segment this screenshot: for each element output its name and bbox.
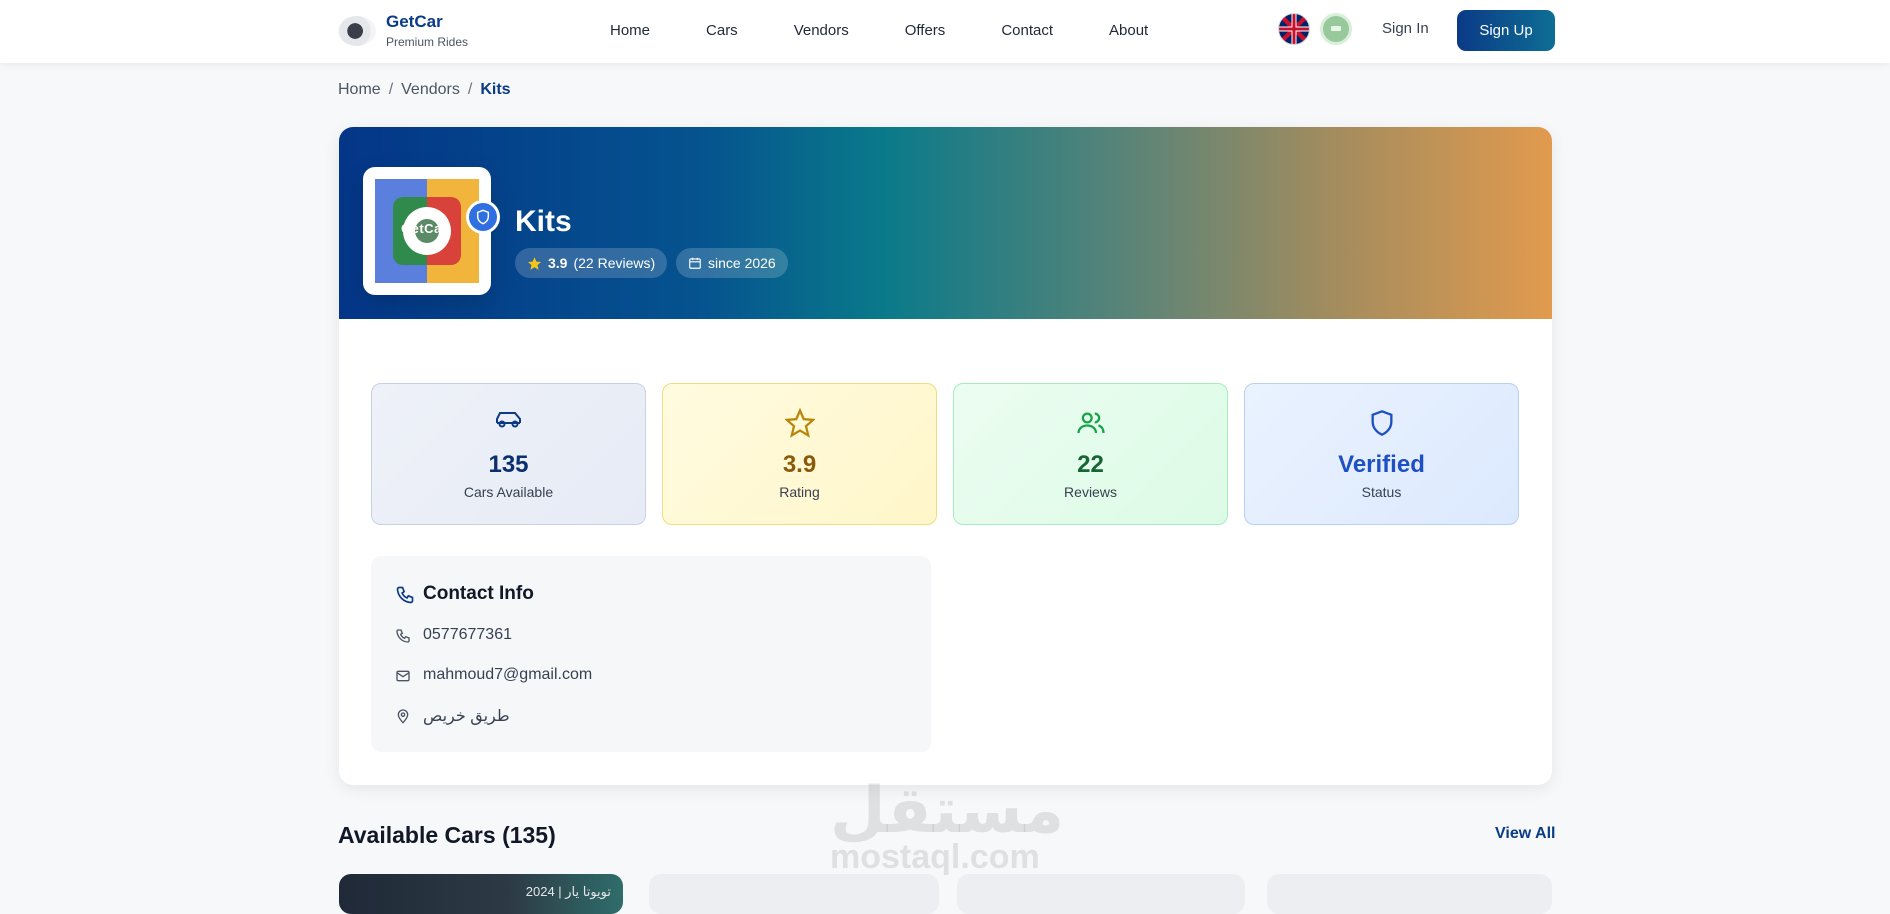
vendor-logo: GetCar (363, 167, 500, 295)
nav-cars[interactable]: Cars (706, 22, 738, 39)
nav-about[interactable]: About (1109, 22, 1148, 39)
rating-pill: 3.9 (22 Reviews) (515, 248, 668, 278)
since-text: since 2026 (708, 255, 776, 271)
breadcrumb-separator: / (388, 81, 394, 98)
nav-contact[interactable]: Contact (1001, 22, 1053, 39)
breadcrumb-home[interactable]: Home (338, 81, 381, 99)
shield-icon (1371, 410, 1392, 436)
car-card-title: 2024 | تويوتا يار (525, 884, 611, 899)
car-card[interactable]: 2024 | تويوتا يار (339, 874, 623, 914)
stat-cars-value: 135 (488, 451, 529, 478)
car-card[interactable] (1267, 874, 1552, 914)
since-pill: since 2026 (676, 248, 788, 278)
reviews-count: (22 Reviews) (573, 255, 656, 271)
available-cars-title: Available Cars (135) (338, 822, 556, 848)
contact-phone[interactable]: 0577677361 (423, 626, 512, 644)
car-card[interactable] (957, 874, 1245, 914)
stat-cars: 135 Cars Available (371, 383, 646, 525)
vendor-logo-text: GetCar (401, 221, 448, 236)
view-all-link[interactable]: View All (1495, 825, 1555, 843)
breadcrumb: Home / Vendors / Kits (338, 81, 511, 99)
vendor-hero-banner: GetCar Kits 3.9 (22 Reviews) since 2026 (339, 127, 1552, 319)
stat-reviews: 22 Reviews (953, 383, 1228, 525)
vendor-name: Kits (515, 205, 572, 238)
brand[interactable]: GetCar Premium Rides (338, 13, 468, 49)
rating-value: 3.9 (548, 255, 568, 271)
contact-info-panel: Contact Info 0577677361 mahmoud7@gmail.c… (371, 556, 931, 752)
car-icon (495, 412, 521, 428)
sign-in-link[interactable]: Sign In (1382, 20, 1429, 37)
sign-up-button[interactable]: Sign Up (1457, 10, 1555, 51)
breadcrumb-current: Kits (480, 81, 511, 98)
english-flag-icon[interactable] (1278, 13, 1310, 45)
stat-rating-label: Rating (779, 484, 820, 500)
top-navbar: GetCar Premium Rides Home Cars Vendors O… (0, 0, 1890, 63)
verified-badge-icon (466, 200, 500, 234)
brand-tagline: Premium Rides (386, 35, 469, 49)
stat-rating: 3.9 Rating (662, 383, 937, 525)
phone-icon (396, 586, 414, 604)
location-pin-icon (397, 709, 409, 724)
nav-home[interactable]: Home (610, 22, 650, 39)
brand-name: GetCar (386, 12, 443, 31)
calendar-icon (689, 257, 701, 269)
mail-icon (396, 670, 410, 682)
arabic-flag-icon[interactable] (1320, 13, 1352, 45)
car-card[interactable] (649, 874, 939, 914)
stat-reviews-value: 22 (1077, 451, 1104, 478)
vendor-logo-image: GetCar (375, 179, 479, 283)
stat-status: Verified Status (1244, 383, 1519, 525)
star-icon (527, 256, 542, 270)
nav-vendors[interactable]: Vendors (794, 22, 849, 39)
watermark-url: mostaql.com (830, 838, 1040, 876)
brand-logo-icon (338, 16, 376, 46)
stats-row: 135 Cars Available 3.9 Rating 22 Reviews… (371, 383, 1519, 525)
phone-icon (396, 629, 410, 643)
contact-address: طريق خريص (423, 708, 510, 725)
contact-email[interactable]: mahmoud7@gmail.com (423, 666, 592, 684)
nav-offers[interactable]: Offers (905, 22, 946, 39)
vendor-card: GetCar Kits 3.9 (22 Reviews) since 2026 … (339, 127, 1552, 785)
users-icon (1076, 412, 1105, 434)
breadcrumb-vendors[interactable]: Vendors (401, 81, 460, 99)
star-outline-icon (784, 408, 815, 438)
contact-title: Contact Info (423, 583, 534, 604)
stat-status-label: Status (1361, 484, 1402, 500)
stat-status-value: Verified (1338, 451, 1425, 478)
watermark-logo: مستقل (830, 774, 1065, 846)
breadcrumb-separator: / (467, 81, 473, 98)
main-nav: Home Cars Vendors Offers Contact About (610, 0, 1148, 60)
stat-cars-label: Cars Available (463, 484, 554, 500)
stat-reviews-label: Reviews (1064, 484, 1117, 500)
stat-rating-value: 3.9 (782, 451, 817, 478)
